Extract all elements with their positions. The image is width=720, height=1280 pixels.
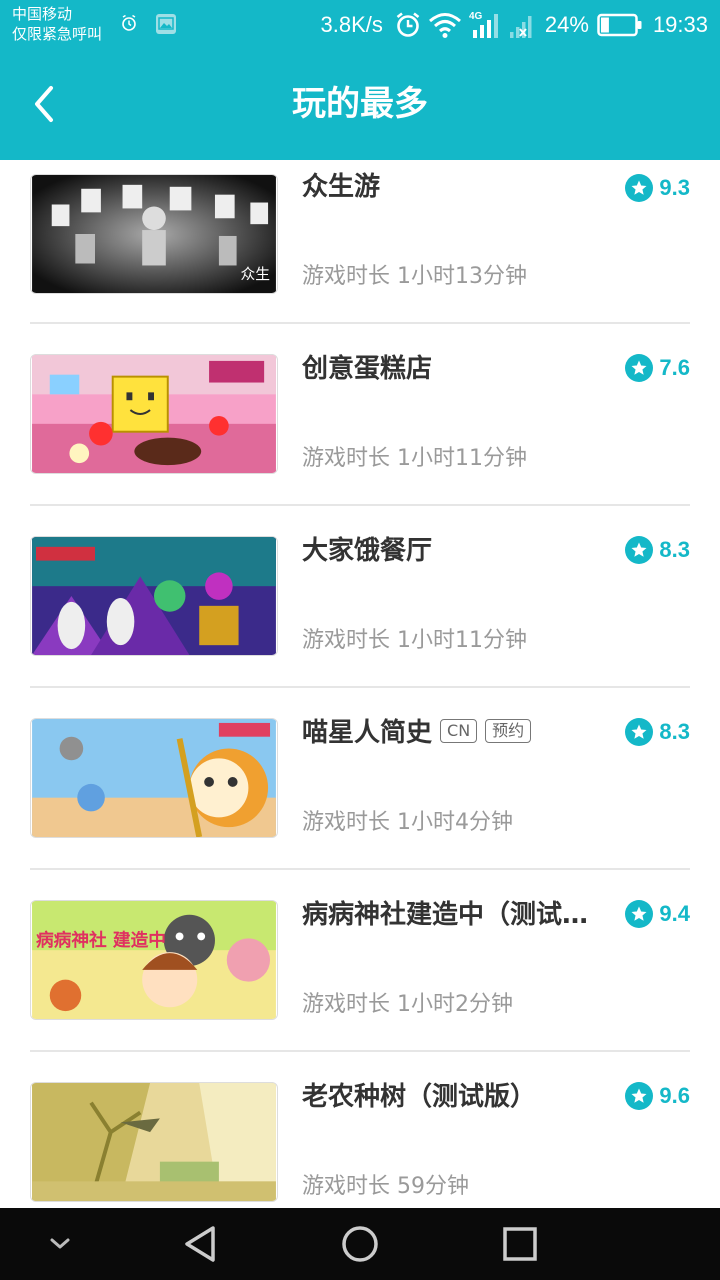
- tag-cn: CN: [440, 718, 478, 743]
- net-speed: 3.8K/s: [320, 12, 383, 37]
- game-name: 老农种树（测试版）: [302, 1080, 536, 1114]
- game-list-item[interactable]: 病病神社 建造中 病病神社建造中（测试… 9.4 游戏时长 1小时2分钟: [0, 870, 720, 1052]
- playtime: 游戏时长 1小时11分钟: [302, 628, 527, 653]
- star-icon: [625, 536, 654, 564]
- game-name-text: 老农种树（测试版）: [302, 1082, 537, 1112]
- alarm-icon: [122, 14, 136, 31]
- game-cover[interactable]: [30, 1082, 278, 1202]
- game-name: 大家饿餐厅: [302, 534, 432, 568]
- rating-score: 9.6: [659, 1083, 690, 1108]
- game-name-text: 病病神社建造中（测试…: [302, 900, 589, 930]
- signal-icon: 4G: [469, 11, 498, 38]
- image-icon: [156, 14, 176, 34]
- star-icon: [625, 354, 654, 382]
- nav-back-button[interactable]: [178, 1222, 222, 1266]
- game-cover[interactable]: [30, 536, 278, 656]
- game-list-item[interactable]: 喵星人简史 CN 预约 8.3 游戏时长 1小时4分钟: [0, 688, 720, 870]
- playtime: 游戏时长 1小时13分钟: [302, 264, 527, 289]
- game-cover-image: [32, 355, 276, 473]
- game-cover-image: [32, 719, 276, 837]
- game-cover[interactable]: 病病神社 建造中: [30, 900, 278, 1020]
- game-name-text: 喵星人简史: [302, 718, 433, 748]
- game-name: 众生游: [302, 170, 380, 204]
- game-cover-image: [32, 1083, 276, 1201]
- playtime: 游戏时长 1小时4分钟: [302, 810, 513, 835]
- clock: 19:33: [652, 12, 708, 37]
- game-cover-image: 病病神社 建造中: [32, 901, 276, 1019]
- game-cover-image: [32, 537, 276, 655]
- star-icon: [625, 718, 654, 746]
- game-name-text: 大家饿餐厅: [302, 536, 433, 566]
- game-name: 创意蛋糕店: [302, 352, 432, 386]
- rating-score: 9.3: [659, 175, 690, 200]
- game-list-item[interactable]: 老农种树（测试版） 9.6 游戏时长 59分钟: [0, 1052, 720, 1208]
- rating: 9.3: [625, 174, 690, 202]
- battery-percent: 24%: [544, 12, 589, 37]
- playtime: 游戏时长 59分钟: [302, 1174, 469, 1199]
- recents-square-icon: [503, 1227, 537, 1261]
- star-icon: [625, 1082, 654, 1110]
- wifi-icon: [428, 13, 461, 38]
- home-circle-icon: [342, 1226, 378, 1262]
- game-list-item[interactable]: 大家饿餐厅 8.3 游戏时长 1小时11分钟: [0, 506, 720, 688]
- game-cover[interactable]: [30, 354, 278, 474]
- playtime: 游戏时长 1小时2分钟: [302, 992, 513, 1017]
- star-icon: [625, 174, 654, 202]
- signal-none-icon: [509, 16, 532, 38]
- nav-recents-button[interactable]: [498, 1222, 542, 1266]
- status-bar: 中国移动 仅限紧急呼叫 3.8K/s 4G 24% 19:33: [0, 0, 720, 52]
- carrier-name: 中国移动: [12, 5, 73, 23]
- rating: 8.3: [625, 536, 690, 564]
- game-name: 病病神社建造中（测试…: [302, 898, 588, 932]
- back-triangle-icon: [185, 1226, 215, 1262]
- game-name-text: 创意蛋糕店: [302, 354, 433, 384]
- carrier-status: 仅限紧急呼叫: [12, 25, 103, 43]
- game-cover[interactable]: 众生: [30, 174, 278, 294]
- collapse-icon: [50, 1238, 70, 1249]
- game-cover[interactable]: [30, 718, 278, 838]
- rating: 7.6: [625, 354, 690, 382]
- tag-reserve: 预约: [485, 718, 532, 743]
- network-type-label: 4G: [469, 11, 483, 22]
- system-nav-bar: [0, 1208, 720, 1280]
- game-name: 喵星人简史 CN 预约: [302, 716, 532, 750]
- rating: 9.4: [625, 900, 690, 928]
- carrier-text: 中国移动 仅限紧急呼叫: [12, 4, 102, 44]
- game-list-item[interactable]: 创意蛋糕店 7.6 游戏时长 1小时11分钟: [0, 324, 720, 506]
- rating: 8.3: [625, 718, 690, 746]
- game-cover-image: 众生: [32, 175, 276, 293]
- cover-text: 病病神社 建造中: [36, 929, 166, 951]
- rating-score: 7.6: [659, 355, 690, 380]
- game-list-item[interactable]: 众生 众生游 9.3 游戏时长 1小时13分钟: [0, 160, 720, 324]
- nav-home-button[interactable]: [338, 1222, 382, 1266]
- star-icon: [625, 900, 654, 928]
- collapse-button[interactable]: [38, 1222, 82, 1266]
- page-title: 玩的最多: [292, 84, 428, 124]
- playtime: 游戏时长 1小时11分钟: [302, 446, 527, 471]
- cover-text: 众生: [241, 266, 271, 283]
- game-list[interactable]: 众生 众生游 9.3 游戏时长 1小时13分钟 创意蛋糕店 7.6 游戏时长 1…: [0, 160, 720, 1208]
- rating-score: 9.4: [659, 901, 690, 926]
- app-bar: 玩的最多: [0, 52, 720, 160]
- alarm-clock-icon: [396, 12, 420, 37]
- battery-icon: [597, 13, 642, 37]
- rating-score: 8.3: [659, 719, 690, 744]
- rating-score: 8.3: [659, 537, 690, 562]
- game-name-text: 众生游: [302, 172, 381, 202]
- rating: 9.6: [625, 1082, 690, 1110]
